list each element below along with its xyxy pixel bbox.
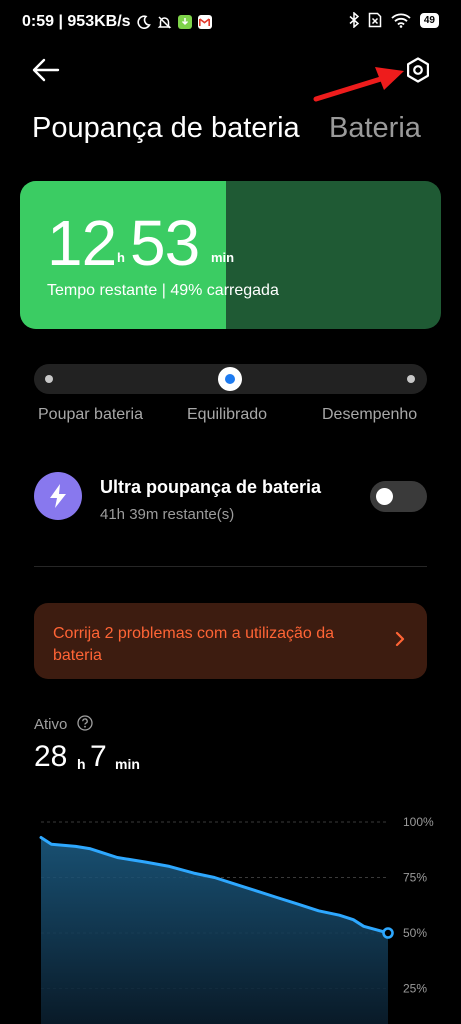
y-tick-label: 50% <box>403 926 427 940</box>
battery-level-chart: 100% 75% 50% 25% <box>39 815 434 1024</box>
mode-dot-performance[interactable] <box>407 375 415 383</box>
page-title: Poupança de bateria <box>32 112 300 144</box>
toggle-knob <box>376 488 393 505</box>
mode-label-save[interactable]: Poupar bateria <box>38 406 143 424</box>
remaining-hours: 12 <box>47 207 117 279</box>
ultra-saver-title: Ultra poupança de bateria <box>100 477 322 497</box>
chevron-right-icon <box>393 629 407 649</box>
y-tick-label: 75% <box>403 871 427 885</box>
battery-icon: 49 <box>419 12 439 28</box>
help-icon[interactable] <box>77 715 93 731</box>
download-app-icon <box>177 15 192 29</box>
y-tick-label: 100% <box>403 815 434 829</box>
battery-subtitle: Tempo restante | 49% carregada <box>47 282 279 299</box>
mode-label-performance[interactable]: Desempenho <box>322 406 417 424</box>
battery-issues-alert[interactable]: Corrija 2 problemas com a utilização da … <box>34 603 427 679</box>
moon-icon <box>136 15 151 29</box>
mode-label-balanced[interactable]: Equilibrado <box>187 406 267 424</box>
y-tick-label: 25% <box>403 982 427 996</box>
active-minutes-unit: min <box>115 756 140 772</box>
sim-off-icon <box>368 12 382 28</box>
active-label: Ativo <box>34 716 68 733</box>
ultra-saver-subtitle: 41h 39m restante(s) <box>100 506 235 523</box>
section-divider <box>34 566 427 567</box>
gmail-icon <box>197 15 212 29</box>
status-right: 49 <box>349 12 439 28</box>
remaining-minutes: 53 <box>130 207 200 279</box>
alert-text: Corrija 2 problemas com a utilização da … <box>53 625 335 664</box>
active-minutes: 7 <box>90 740 107 773</box>
chart-area-fill <box>41 837 388 1024</box>
active-hours-unit: h <box>77 756 86 772</box>
battery-time-card: 12 h 53 min Tempo restante | 49% carrega… <box>20 181 441 329</box>
red-arrow-annotation <box>312 66 408 106</box>
ultra-saver-toggle[interactable] <box>370 481 427 512</box>
bluetooth-icon <box>349 12 359 28</box>
back-arrow-icon[interactable] <box>30 56 62 84</box>
lightning-icon <box>34 472 82 520</box>
mode-slider-knob[interactable] <box>218 367 242 391</box>
status-bar: 0:59 | 953KB/s 49 <box>0 0 461 46</box>
minutes-unit: min <box>211 250 235 265</box>
hours-unit: h <box>117 250 125 265</box>
bell-off-icon <box>157 15 172 30</box>
power-mode-slider[interactable] <box>34 364 427 394</box>
knob-center <box>225 374 235 384</box>
wifi-icon <box>391 13 411 28</box>
status-left: 0:59 | 953KB/s <box>22 13 212 31</box>
active-hours: 28 <box>34 740 68 773</box>
tab-bateria[interactable]: Bateria <box>329 112 421 145</box>
status-time-speed: 0:59 | 953KB/s <box>22 13 131 30</box>
mode-dot-save[interactable] <box>45 375 53 383</box>
chart-end-point <box>382 927 394 939</box>
